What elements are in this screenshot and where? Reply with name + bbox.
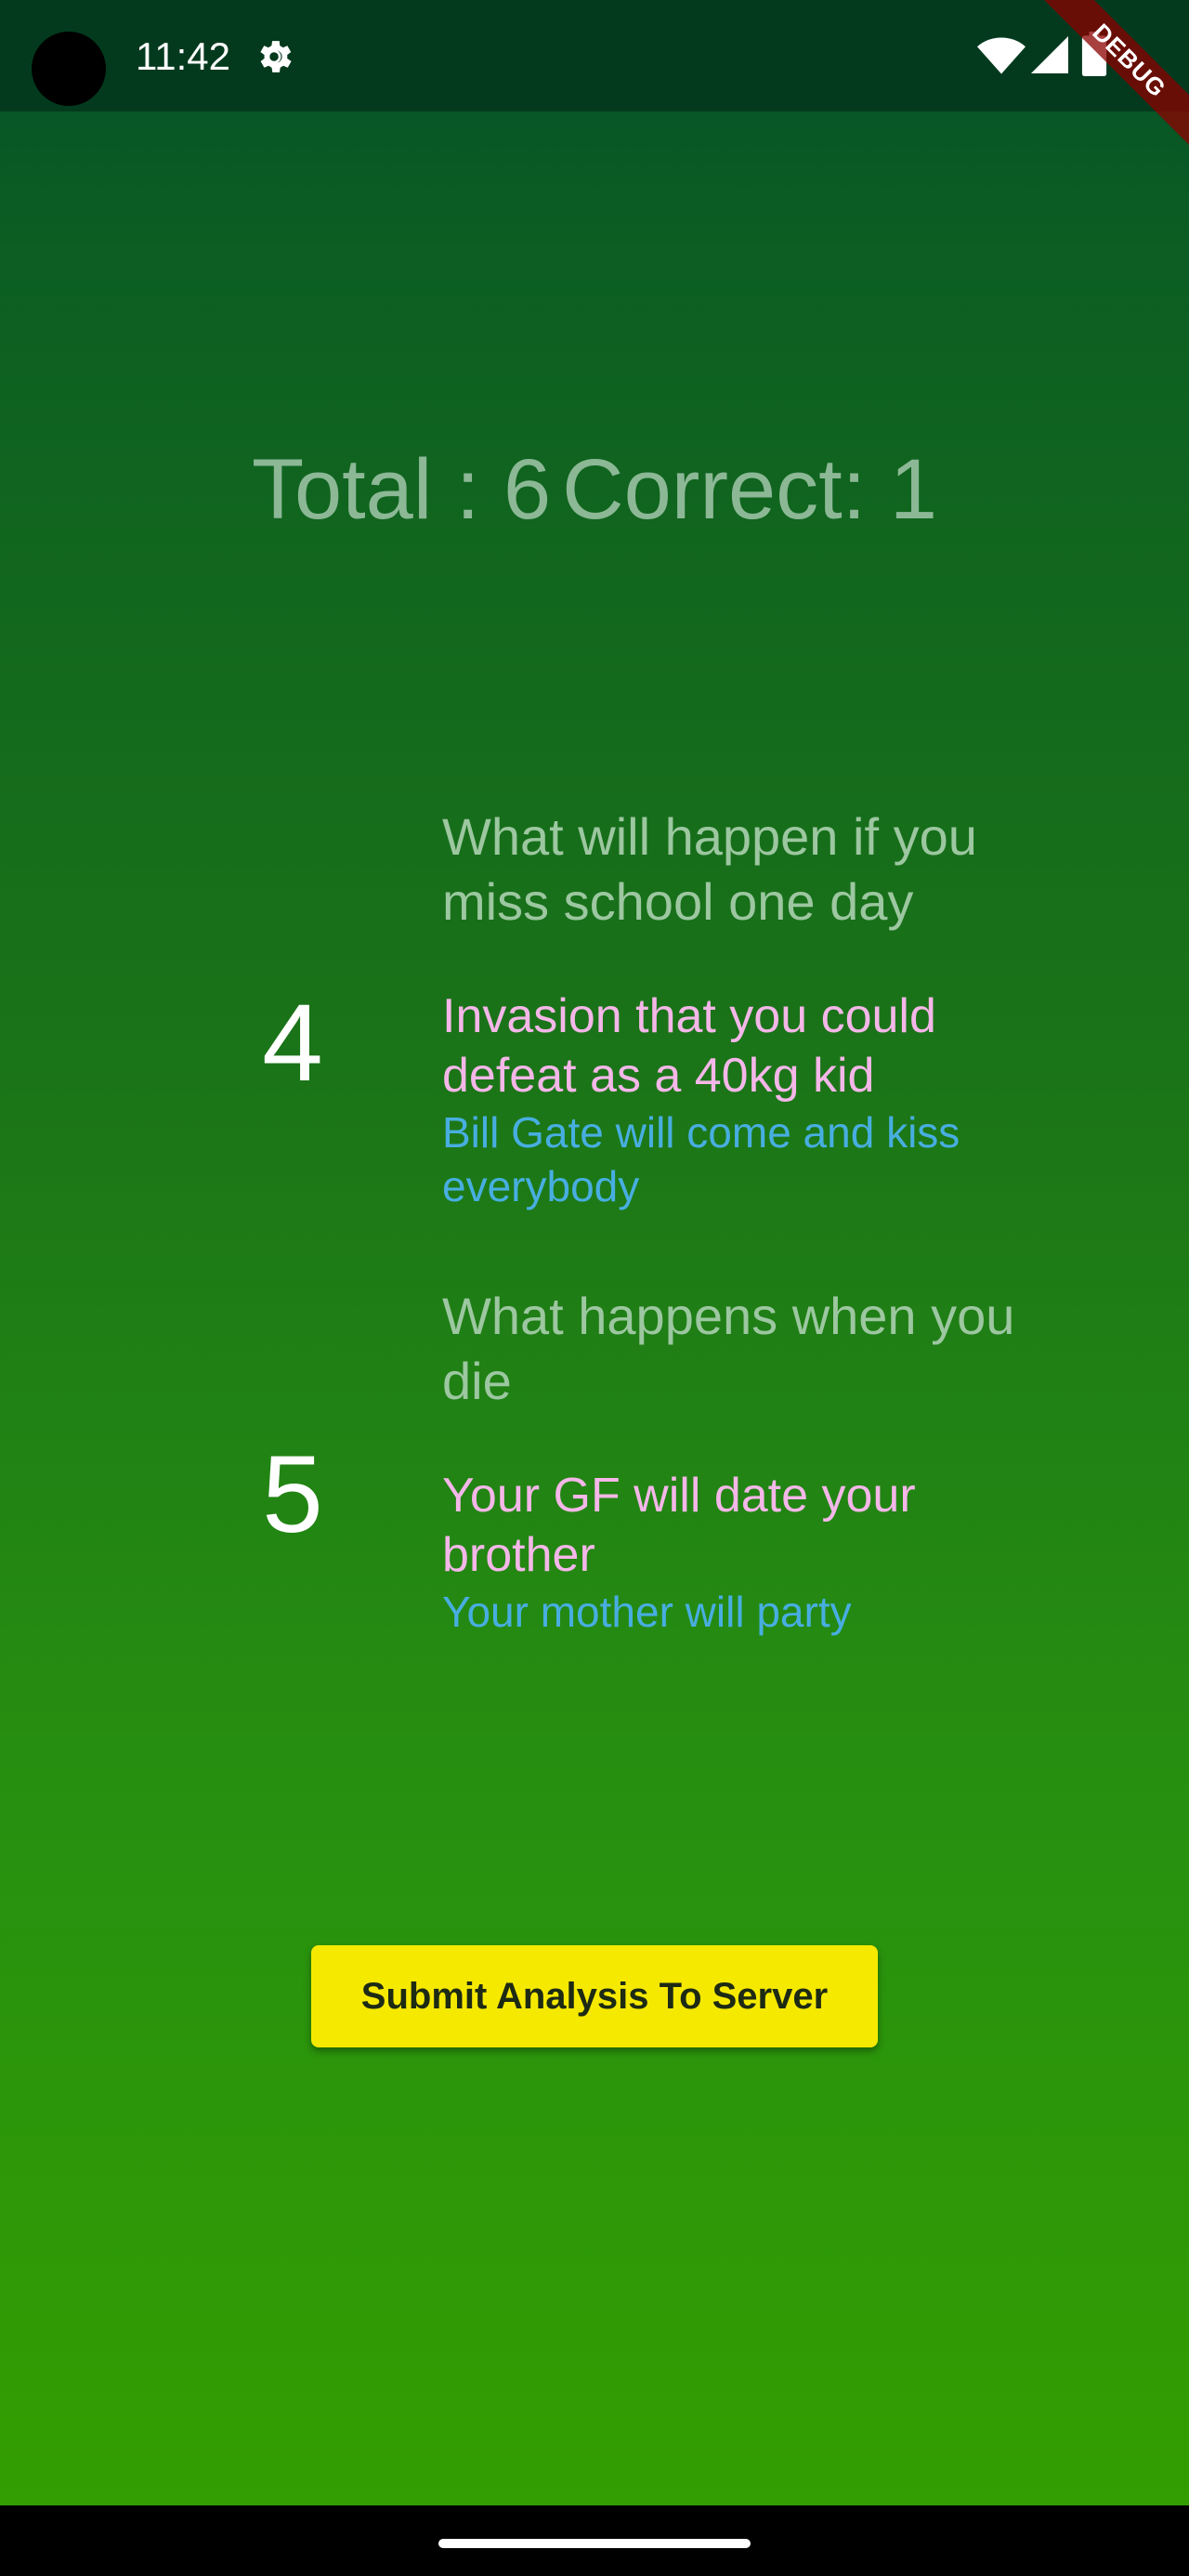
result-item: 4 What will happen if you miss school on… xyxy=(0,804,1189,1232)
question-text: What will happen if you miss school one … xyxy=(442,807,977,931)
result-details: What will happen if you miss school one … xyxy=(442,804,1074,1213)
user-answer-text: Your GF will date your brother xyxy=(442,1469,916,1582)
submit-analysis-button[interactable]: Submit Analysis To Server xyxy=(311,1945,878,2047)
status-bar: 11:42 xyxy=(0,0,1189,111)
result-number: 4 xyxy=(262,982,323,1105)
correct-count: Correct: 1 xyxy=(562,442,938,537)
score-summary: Total : 6 Correct: 1 xyxy=(0,438,1189,541)
total-count: Total : 6 xyxy=(251,442,552,537)
correct-answer-text: Your mother will party xyxy=(442,1588,852,1636)
result-number: 5 xyxy=(262,1433,323,1556)
debug-banner: DEBUG xyxy=(1022,0,1189,167)
wifi-icon xyxy=(977,37,1026,74)
camera-cutout xyxy=(32,32,106,106)
user-answer-text: Invasion that you could defeat as a 40kg… xyxy=(442,989,936,1103)
correct-answer-text: Bill Gate will come and kiss everybody xyxy=(442,1108,960,1210)
result-details: What happens when you die Your GF will d… xyxy=(442,1284,1074,1639)
result-item: 5 What happens when you die Your GF will… xyxy=(0,1284,1189,1674)
gear-icon xyxy=(260,41,292,72)
status-time: 11:42 xyxy=(136,34,230,78)
navigation-bar xyxy=(0,2505,1189,2576)
question-text: What happens when you die xyxy=(442,1287,1015,1410)
debug-banner-label: DEBUG xyxy=(1031,0,1189,159)
home-indicator[interactable] xyxy=(438,2539,751,2548)
